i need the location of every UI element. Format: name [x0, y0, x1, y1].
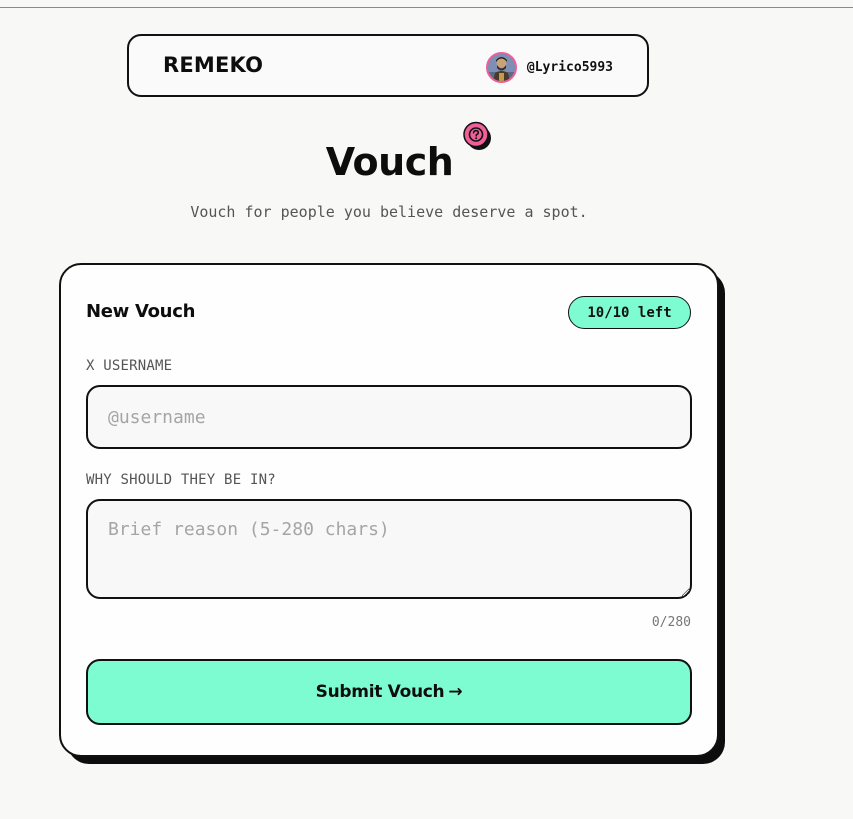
card-heading: New Vouch [86, 301, 196, 322]
reason-textarea[interactable] [86, 499, 692, 599]
user-profile-chip[interactable]: @Lyrico5993 [485, 50, 613, 84]
top-nav-bar: REMEKO @Lyrico5993 [127, 34, 649, 97]
username-input[interactable] [86, 385, 692, 449]
page-title-wrap: Vouch [0, 140, 853, 184]
page-subtitle: Vouch for people you believe deserve a s… [190, 203, 588, 221]
submit-vouch-button[interactable]: Submit Vouch → [86, 659, 692, 725]
new-vouch-card: New Vouch 10/10 left X USERNAME WHY SHOU… [59, 263, 719, 757]
reason-label: WHY SHOULD THEY BE IN? [86, 472, 276, 488]
avatar [485, 51, 517, 83]
question-circle-icon [463, 121, 491, 150]
brand-logo[interactable]: REMEKO [163, 53, 263, 77]
remaining-vouches-badge: 10/10 left [568, 296, 691, 329]
submit-button-label: Submit Vouch [315, 682, 445, 702]
arrow-right-icon: → [448, 682, 463, 702]
character-counter: 0/280 [651, 615, 691, 630]
window-top-divider [0, 7, 853, 8]
avatar-image [487, 53, 515, 81]
page-title: Vouch [325, 140, 454, 184]
username-label: X USERNAME [86, 358, 173, 374]
user-handle: @Lyrico5993 [526, 59, 613, 75]
help-button[interactable] [462, 121, 492, 151]
